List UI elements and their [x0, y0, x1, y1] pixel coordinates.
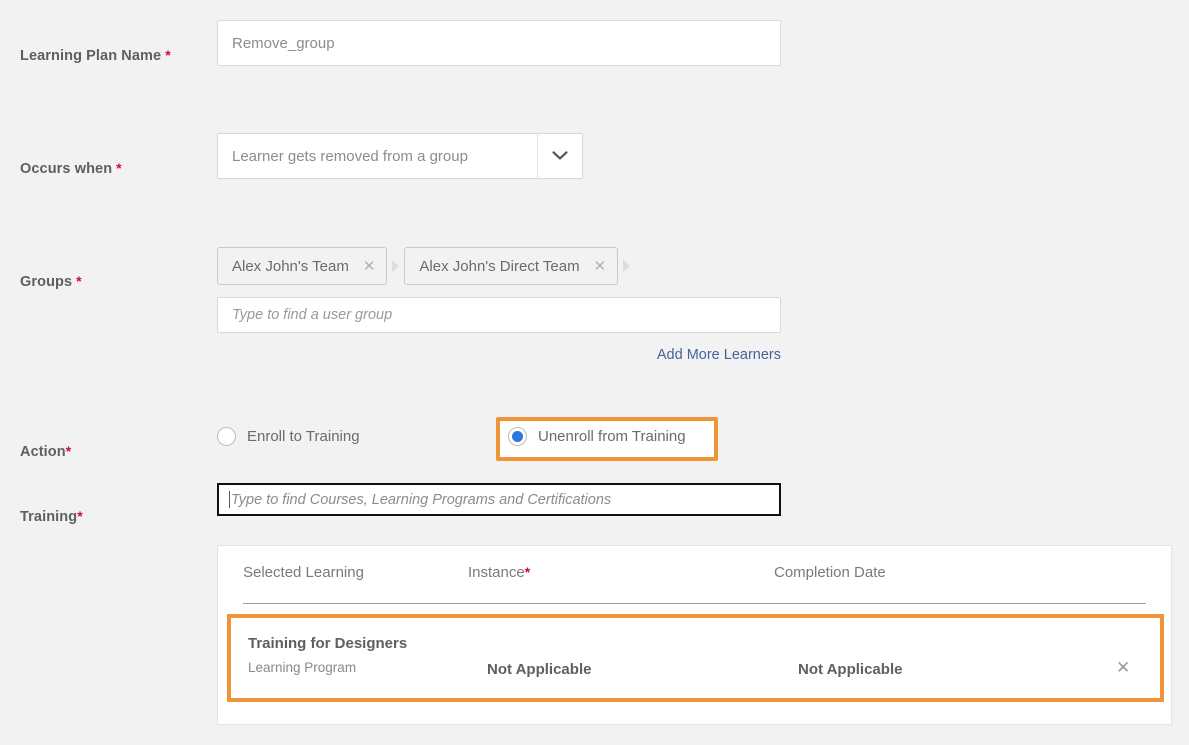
- table-header-row: Selected Learning Instance* Completion D…: [243, 546, 1146, 604]
- training-label: Training*: [20, 508, 83, 525]
- learning-plan-form: Learning Plan Name* Remove_group Occurs …: [0, 0, 1189, 745]
- occurs-when-selected-value: Learner gets removed from a group: [218, 134, 537, 178]
- groups-label: Groups*: [20, 273, 82, 290]
- groups-label-text: Groups: [20, 274, 72, 290]
- row-training-type: Learning Program: [248, 660, 356, 675]
- column-header-completion-date: Completion Date: [774, 564, 886, 581]
- close-icon[interactable]: ✕: [594, 259, 607, 274]
- radio-unselected-icon[interactable]: [217, 427, 236, 446]
- row-completion-date-value: Not Applicable: [798, 661, 902, 678]
- learning-plan-name-label-text: Learning Plan Name: [20, 48, 161, 64]
- column-header-selected-learning: Selected Learning: [243, 564, 364, 581]
- close-icon[interactable]: ✕: [363, 259, 376, 274]
- action-label-text: Action: [20, 444, 66, 460]
- occurs-when-label-text: Occurs when: [20, 161, 112, 177]
- occurs-when-select[interactable]: Learner gets removed from a group: [217, 133, 583, 179]
- row-instance-value: Not Applicable: [487, 661, 591, 678]
- column-header-instance: Instance*: [468, 564, 530, 581]
- table-row-highlight-box: Training for Designers Learning Program …: [227, 614, 1164, 702]
- training-search-input[interactable]: Type to find Courses, Learning Programs …: [217, 483, 781, 516]
- radio-enroll-to-training[interactable]: Enroll to Training: [217, 427, 360, 446]
- occurs-when-label: Occurs when*: [20, 160, 122, 177]
- text-caret: [229, 491, 230, 508]
- group-chips: Alex John's Team ✕ Alex John's Direct Te…: [217, 247, 635, 285]
- selected-learning-table: Selected Learning Instance* Completion D…: [217, 545, 1172, 725]
- table-row[interactable]: Training for Designers Learning Program …: [231, 618, 1160, 698]
- learning-plan-name-value: Remove_group: [232, 35, 335, 52]
- group-search-placeholder: Type to find a user group: [232, 307, 392, 323]
- radio-unenroll-from-training[interactable]: Unenroll from Training: [508, 427, 686, 446]
- required-asterisk: *: [76, 273, 82, 289]
- required-asterisk: *: [116, 160, 122, 176]
- group-chip[interactable]: Alex John's Team ✕: [217, 247, 387, 285]
- training-search-placeholder: Type to find Courses, Learning Programs …: [231, 492, 611, 508]
- required-asterisk: *: [525, 564, 530, 580]
- radio-selected-icon[interactable]: [508, 427, 527, 446]
- chip-caret-icon: [392, 260, 399, 272]
- add-more-learners-link[interactable]: Add More Learners: [650, 347, 781, 363]
- learning-plan-name-label: Learning Plan Name*: [20, 47, 171, 64]
- radio-enroll-label: Enroll to Training: [247, 428, 360, 445]
- chevron-down-icon[interactable]: [537, 134, 582, 178]
- action-label: Action*: [20, 443, 71, 460]
- required-asterisk: *: [77, 508, 83, 524]
- group-chip-label: Alex John's Team: [232, 258, 349, 275]
- row-training-title: Training for Designers: [248, 635, 407, 652]
- learning-plan-name-input[interactable]: Remove_group: [217, 20, 781, 66]
- group-chip[interactable]: Alex John's Direct Team ✕: [404, 247, 618, 285]
- required-asterisk: *: [165, 47, 171, 63]
- column-header-label: Completion Date: [774, 564, 886, 581]
- column-header-label: Selected Learning: [243, 564, 364, 581]
- chip-caret-icon: [623, 260, 630, 272]
- column-header-label: Instance: [468, 564, 525, 581]
- training-label-text: Training: [20, 509, 77, 525]
- radio-unenroll-label: Unenroll from Training: [538, 428, 686, 445]
- group-chip-label: Alex John's Direct Team: [419, 258, 579, 275]
- group-search-input[interactable]: Type to find a user group: [217, 297, 781, 333]
- required-asterisk: *: [66, 443, 72, 459]
- close-icon[interactable]: ✕: [1116, 658, 1130, 678]
